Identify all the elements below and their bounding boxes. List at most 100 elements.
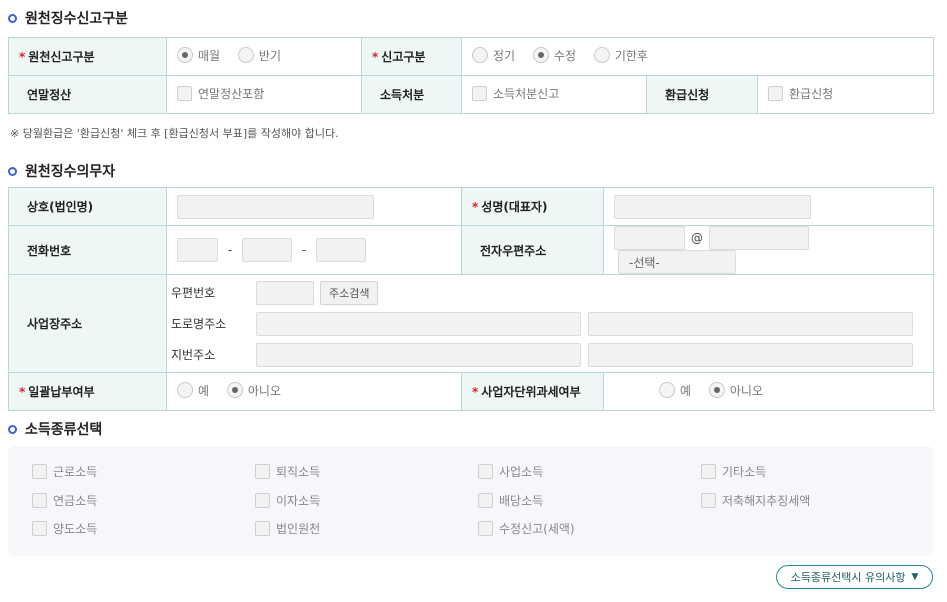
radio-monthly[interactable]: 매월 <box>177 47 220 64</box>
checkbox-icon[interactable] <box>32 464 47 479</box>
income-checkbox-earned[interactable]: 근로소득 <box>32 463 97 480</box>
radio-icon[interactable] <box>593 47 610 64</box>
checkbox-icon[interactable] <box>255 493 270 508</box>
checkbox-year-end[interactable]: 연말정산포함 <box>177 85 264 102</box>
radio-icon[interactable] <box>237 47 254 64</box>
radio-icon[interactable] <box>472 47 488 64</box>
income-disposal-cell: 소득처분신고 <box>461 75 647 114</box>
label: 환급신청 <box>665 88 710 102</box>
bullet-icon <box>8 13 17 23</box>
unit-taxation-options: 예 아니오 <box>603 372 934 411</box>
checkbox-icon[interactable] <box>701 493 716 508</box>
email-header: 전자우편주소 <box>461 225 604 275</box>
radio-unit-no[interactable]: 아니오 <box>708 382 763 399</box>
option-label: 저축해지추징세액 <box>722 494 811 508</box>
income-notice-button[interactable]: 소득종류선택시 유의사항 ▼ <box>776 565 933 589</box>
company-name-input[interactable] <box>177 194 374 219</box>
income-checkbox-retirement[interactable]: 퇴직소득 <box>255 463 320 480</box>
income-checkbox-pension[interactable]: 연금소득 <box>32 492 97 509</box>
checkbox-icon[interactable] <box>32 521 47 536</box>
radio-amended[interactable]: 수정 <box>532 47 576 64</box>
radio-late[interactable]: 기한후 <box>593 47 648 64</box>
option-label: 법인원천 <box>276 522 321 536</box>
radio-icon[interactable] <box>532 47 549 64</box>
lot-address-detail-input[interactable] <box>588 342 913 367</box>
label: 소득처분 <box>380 88 425 102</box>
checkbox-refund[interactable]: 환급신청 <box>768 85 833 102</box>
button-label: 소득종류선택시 유의사항 <box>790 571 906 584</box>
radio-unit-yes[interactable]: 예 <box>659 382 691 399</box>
radio-lump-yes[interactable]: 예 <box>177 382 209 399</box>
checkbox-icon[interactable] <box>478 521 493 536</box>
lot-address-label: 지번주소 <box>171 348 216 362</box>
income-checkbox-corporate[interactable]: 법인원천 <box>255 520 320 537</box>
label: 일괄납부여부 <box>28 385 95 399</box>
checkbox-icon[interactable] <box>255 464 270 479</box>
refund-header: 환급신청 <box>646 75 758 114</box>
zip-row: 우편번호 주소검색 <box>171 277 929 308</box>
email-domain-input[interactable] <box>709 226 809 250</box>
option-label: 환급신청 <box>789 87 834 101</box>
bullet-icon <box>8 424 17 434</box>
road-address-label: 도로명주소 <box>171 317 227 331</box>
phone-part3-input[interactable] <box>316 238 366 262</box>
section-title-text: 소득종류선택 <box>25 422 103 438</box>
label: 연말정산 <box>27 88 72 102</box>
income-checkbox-other[interactable]: 기타소득 <box>701 463 766 480</box>
radio-icon[interactable] <box>177 382 193 399</box>
radio-icon[interactable] <box>708 382 725 399</box>
option-label: 아니오 <box>247 383 281 398</box>
label: 전화번호 <box>27 243 72 258</box>
checkbox-icon[interactable] <box>701 464 716 479</box>
section-title-text: 원천징수의무자 <box>25 164 116 180</box>
phone-cell: -- <box>166 225 462 275</box>
option-label: 사업소득 <box>499 465 544 479</box>
phone-part1-input[interactable] <box>177 238 218 262</box>
lot-address-input[interactable] <box>256 342 581 367</box>
radio-regular[interactable]: 정기 <box>472 47 515 64</box>
address-header: 사업장주소 <box>8 274 167 373</box>
phone-part2-input[interactable] <box>242 238 292 262</box>
radio-icon[interactable] <box>177 47 193 64</box>
section-title-text: 원천징수신고구분 <box>25 11 129 27</box>
income-checkbox-amended-tax[interactable]: 수정신고(세액) <box>478 520 575 537</box>
label: 원천신고구분 <box>28 50 95 64</box>
email-domain-select[interactable]: -선택- <box>618 250 736 274</box>
radio-lump-no[interactable]: 아니오 <box>226 382 281 399</box>
label: 상호(법인명) <box>27 200 94 214</box>
road-address-input[interactable] <box>256 311 581 336</box>
road-address-detail-input[interactable] <box>588 311 913 336</box>
radio-icon[interactable] <box>226 382 243 399</box>
report-type-header: * 원천신고구분 <box>8 37 167 76</box>
representative-header: * 성명(대표자) <box>461 187 604 226</box>
address-cell: 우편번호 주소검색 도로명주소 지번주소 <box>166 274 934 373</box>
income-checkbox-business[interactable]: 사업소득 <box>478 463 543 480</box>
label: 전자우편주소 <box>480 243 547 258</box>
income-checkbox-interest[interactable]: 이자소득 <box>255 492 320 509</box>
representative-input[interactable] <box>614 194 811 219</box>
checkbox-icon[interactable] <box>32 493 47 508</box>
chevron-down-icon: ▼ <box>911 572 919 582</box>
checkbox-icon[interactable] <box>177 86 192 101</box>
section-title-withholding-type: 원천징수신고구분 <box>8 8 128 28</box>
email-id-input[interactable] <box>614 226 685 250</box>
checkbox-icon[interactable] <box>255 521 270 536</box>
zip-code-input[interactable] <box>256 280 314 305</box>
checkbox-icon[interactable] <box>478 493 493 508</box>
phone-separator: - <box>301 243 307 257</box>
address-search-button[interactable]: 주소검색 <box>320 280 379 305</box>
radio-half-year[interactable]: 반기 <box>237 47 282 64</box>
income-checkbox-transfer[interactable]: 양도소득 <box>32 520 97 537</box>
income-checkbox-savings-clawback[interactable]: 저축해지추징세액 <box>701 492 810 509</box>
option-label: 기한후 <box>614 48 648 63</box>
year-end-cell: 연말정산포함 <box>166 75 362 114</box>
option-label: 연말정산포함 <box>198 87 265 101</box>
checkbox-income-disposal[interactable]: 소득처분신고 <box>472 85 559 102</box>
checkbox-icon[interactable] <box>472 86 487 101</box>
radio-icon[interactable] <box>659 382 675 399</box>
checkbox-icon[interactable] <box>478 464 493 479</box>
income-checkbox-dividend[interactable]: 배당소득 <box>478 492 543 509</box>
checkbox-icon[interactable] <box>768 86 783 101</box>
section-title-withholding-agent: 원천징수의무자 <box>8 161 115 181</box>
option-label: 반기 <box>258 48 282 63</box>
